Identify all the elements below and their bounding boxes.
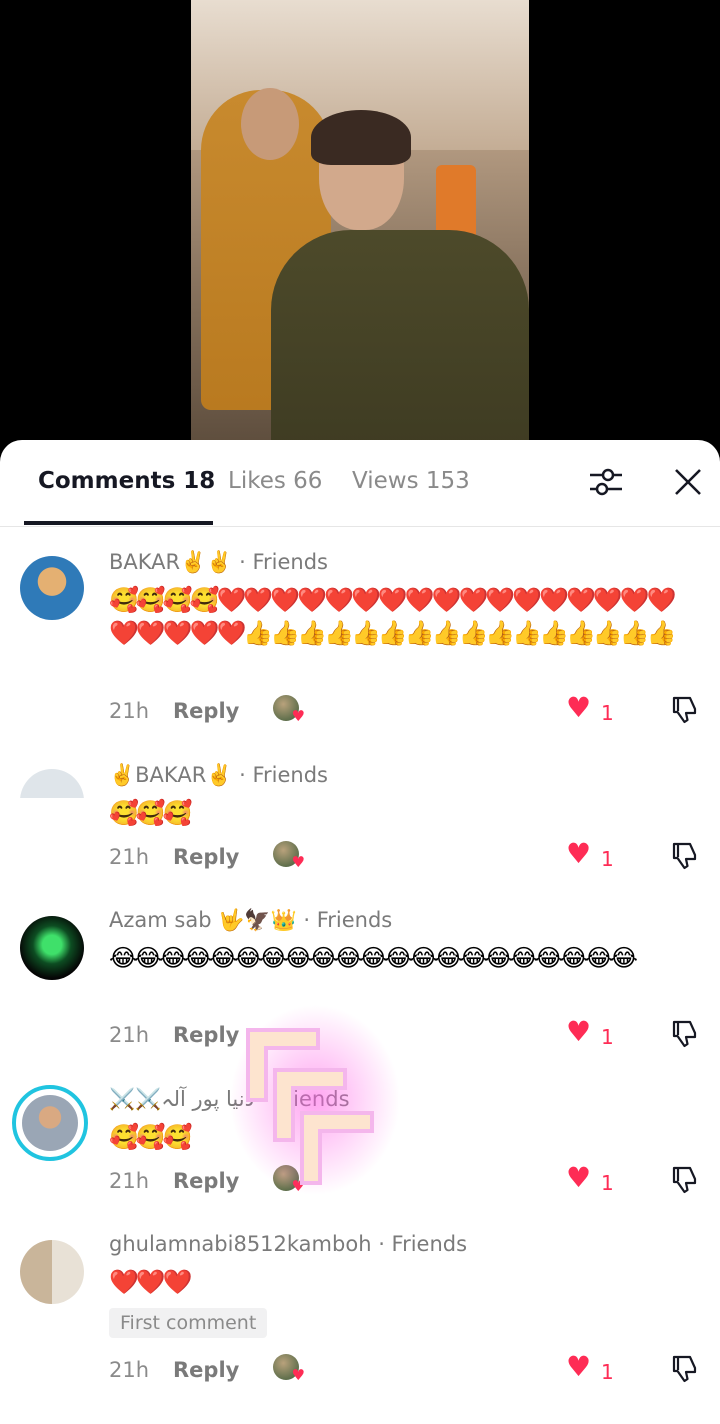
comment-item: ⚔️⚔️دنیا پور آلہ · Friends 🥰🥰🥰 21h Reply…: [0, 1085, 720, 1207]
sliders-icon: [590, 468, 622, 496]
filter-button[interactable]: [586, 462, 626, 502]
like-count: 1: [601, 847, 614, 871]
author-name[interactable]: ⚔️⚔️دنیا پور آلہ: [109, 1087, 254, 1111]
heart-icon[interactable]: ♥: [566, 691, 591, 724]
heart-badge-icon: ♥: [291, 1177, 305, 1195]
creator-liked-avatar: ♥: [273, 695, 305, 725]
reply-button[interactable]: Reply: [173, 699, 239, 723]
like-count: 1: [601, 701, 614, 725]
comment-text: 😂😂😂😂😂😂😂😂😂😂😂😂😂😂😂😂😂😂😂😂😂: [109, 944, 638, 972]
heart-icon[interactable]: ♥: [566, 837, 591, 870]
comment-text: 🥰🥰🥰: [109, 799, 193, 827]
heart-badge-icon: ♥: [291, 853, 305, 871]
tab-comments[interactable]: Comments 18: [38, 468, 215, 494]
tab-bar: Comments 18 Likes 66 Views 153: [0, 440, 720, 527]
comment-item: ghulamnabi8512kamboh · Friends ❤️❤️❤️ Fi…: [0, 1232, 720, 1402]
comment-text: ❤️❤️❤️: [109, 1268, 193, 1296]
friend-tag: · Friends: [378, 1232, 468, 1256]
thumbs-down-icon[interactable]: [668, 1353, 700, 1385]
comment-time: 21h: [109, 1023, 150, 1047]
video-thumbnail[interactable]: [191, 0, 529, 460]
tab-likes[interactable]: Likes 66: [228, 468, 322, 494]
like-count: 1: [601, 1171, 614, 1195]
thumbs-down-icon[interactable]: [668, 840, 700, 872]
author-name[interactable]: Azam sab 🤟🦅👑: [109, 908, 297, 932]
heart-icon[interactable]: ♥: [566, 1350, 591, 1383]
author-name[interactable]: ✌️BAKAR✌️: [109, 763, 232, 787]
reply-button[interactable]: Reply: [173, 1358, 239, 1382]
comment-time: 21h: [109, 1169, 150, 1193]
heart-icon[interactable]: ♥: [566, 1015, 591, 1048]
photo-person-left-head: [241, 88, 299, 160]
avatar[interactable]: [20, 916, 84, 980]
active-tab-indicator: [24, 521, 213, 525]
reply-button[interactable]: Reply: [173, 1023, 239, 1047]
comment-author[interactable]: Azam sab 🤟🦅👑 · Friends: [109, 908, 392, 933]
photo-person-right: [271, 230, 529, 460]
heart-badge-icon: ♥: [291, 1366, 305, 1384]
video-area[interactable]: [0, 0, 720, 460]
comment-author[interactable]: ✌️BAKAR✌️ · Friends: [109, 763, 328, 788]
avatar[interactable]: [20, 769, 84, 833]
thumbs-down-icon[interactable]: [668, 1018, 700, 1050]
reply-button[interactable]: Reply: [173, 845, 239, 869]
comment-item: BAKAR✌️✌️ · Friends 🥰🥰🥰🥰❤️❤️❤️❤️❤️❤️❤️❤️…: [0, 550, 720, 730]
avatar[interactable]: [20, 1240, 84, 1304]
author-name[interactable]: BAKAR✌️✌️: [109, 550, 232, 574]
comment-text: 🥰🥰🥰: [109, 1123, 193, 1151]
close-button[interactable]: [668, 462, 708, 502]
comment-item: Azam sab 🤟🦅👑 · Friends 😂😂😂😂😂😂😂😂😂😂😂😂😂😂😂😂😂…: [0, 908, 720, 1058]
comment-item: ✌️BAKAR✌️ · Friends 🥰🥰🥰 21h Reply ♥ ♥ 1: [0, 763, 720, 893]
heart-badge-icon: ♥: [291, 707, 305, 725]
thumbs-down-icon[interactable]: [668, 694, 700, 726]
friend-tag: · Friends: [260, 1087, 350, 1111]
comment-time: 21h: [109, 699, 150, 723]
comment-time: 21h: [109, 845, 150, 869]
friend-tag: · Friends: [239, 550, 328, 574]
like-count: 1: [601, 1025, 614, 1049]
tab-views[interactable]: Views 153: [352, 468, 470, 494]
thumbs-down-icon[interactable]: [668, 1164, 700, 1196]
photo-person-right-hair: [311, 110, 411, 165]
author-name[interactable]: ghulamnabi8512kamboh: [109, 1232, 372, 1256]
creator-liked-avatar: ♥: [273, 1354, 305, 1384]
comment-author[interactable]: ⚔️⚔️دنیا پور آلہ · Friends: [109, 1087, 350, 1112]
reply-button[interactable]: Reply: [173, 1169, 239, 1193]
comment-author[interactable]: BAKAR✌️✌️ · Friends: [109, 550, 328, 575]
like-count: 1: [601, 1360, 614, 1384]
creator-liked-avatar: ♥: [273, 1165, 305, 1195]
friend-tag: · Friends: [303, 908, 393, 932]
first-comment-badge: First comment: [109, 1308, 268, 1338]
friend-tag: · Friends: [239, 763, 328, 787]
close-icon: [675, 469, 701, 495]
comment-author[interactable]: ghulamnabi8512kamboh · Friends: [109, 1232, 467, 1256]
comment-time: 21h: [109, 1358, 150, 1382]
creator-liked-avatar: ♥: [273, 841, 305, 871]
comment-text: 🥰🥰🥰🥰❤️❤️❤️❤️❤️❤️❤️❤️❤️❤️❤️❤️❤️❤️❤️❤️❤️❤️…: [109, 586, 677, 647]
heart-icon[interactable]: ♥: [566, 1161, 591, 1194]
avatar[interactable]: [22, 1095, 78, 1151]
avatar[interactable]: [20, 556, 84, 620]
